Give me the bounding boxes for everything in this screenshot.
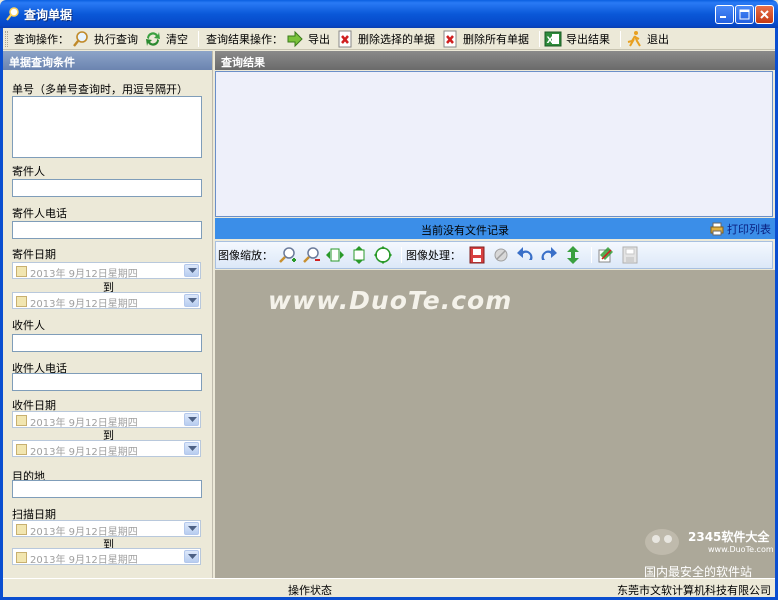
no-records-message: 当前没有文件记录 bbox=[421, 224, 509, 237]
results-list[interactable] bbox=[215, 71, 773, 217]
delete-all-button[interactable]: 删除所有单据 bbox=[441, 29, 529, 49]
zoom-out-icon[interactable] bbox=[301, 245, 321, 265]
dropdown-button[interactable] bbox=[184, 413, 199, 426]
watermark-brand: 2345软件大全 bbox=[688, 530, 770, 544]
company-name: 东莞市文软计算机科技有限公司 bbox=[617, 584, 771, 597]
process-label: 图像处理： bbox=[406, 249, 461, 262]
order-no-textarea[interactable] bbox=[12, 96, 202, 158]
dropdown-button[interactable] bbox=[184, 522, 199, 535]
scan-date-from-picker[interactable]: 2013年 9月12日星期四 bbox=[12, 520, 201, 538]
receiver-phone-input[interactable] bbox=[12, 373, 202, 391]
fit-height-icon[interactable] bbox=[349, 245, 369, 265]
results-status-bar: 当前没有文件记录 打印列表 bbox=[215, 218, 775, 239]
chevron-down-icon bbox=[188, 298, 197, 303]
execute-query-button[interactable]: 执行查询 bbox=[72, 29, 138, 49]
maximize-icon bbox=[739, 9, 750, 20]
cancel-icon[interactable] bbox=[491, 245, 511, 265]
scan-date-to-picker[interactable]: 2013年 9月12日星期四 bbox=[12, 548, 201, 566]
chevron-down-icon bbox=[188, 446, 197, 451]
printer-icon bbox=[710, 222, 724, 236]
operation-status: 操作状态 bbox=[288, 584, 332, 597]
watermark-badge: 2345软件大全 www.DuoTe.com 国内最安全的软件站 bbox=[640, 520, 776, 579]
watermark-url: www.DuoTe.com bbox=[708, 545, 774, 554]
toolbar-separator bbox=[198, 30, 199, 47]
delete-all-icon bbox=[441, 30, 459, 48]
chevron-down-icon bbox=[188, 526, 197, 531]
date-checkbox[interactable] bbox=[16, 524, 27, 535]
print-list-link[interactable]: 打印列表 bbox=[710, 221, 771, 237]
receiver-input[interactable] bbox=[12, 334, 202, 352]
main-toolbar: 查询操作： 执行查询 清空 查询结果操作： 导出 删除选择的单据 删除所有单据 … bbox=[3, 28, 775, 50]
send-date-label: 寄件日期 bbox=[12, 248, 56, 261]
date-checkbox[interactable] bbox=[16, 266, 27, 277]
date-checkbox[interactable] bbox=[16, 415, 27, 426]
fit-width-icon[interactable] bbox=[325, 245, 345, 265]
dropdown-button[interactable] bbox=[184, 442, 199, 455]
close-icon bbox=[760, 10, 769, 19]
zoom-in-icon[interactable] bbox=[277, 245, 297, 265]
window-title: 查询单据 bbox=[24, 8, 73, 22]
query-conditions-header: 单据查询条件 bbox=[3, 51, 212, 70]
exit-button[interactable]: 退出 bbox=[625, 29, 669, 49]
dropdown-button[interactable] bbox=[184, 550, 199, 563]
toolbar-grip[interactable] bbox=[5, 30, 8, 47]
dropdown-button[interactable] bbox=[184, 294, 199, 307]
chevron-down-icon bbox=[188, 268, 197, 273]
image-toolbar-separator bbox=[591, 247, 592, 263]
title-bar[interactable]: 查询单据 bbox=[0, 0, 778, 28]
receive-date-from-picker[interactable]: 2013年 9月12日星期四 bbox=[12, 411, 201, 429]
date-checkbox[interactable] bbox=[16, 444, 27, 455]
zoom-label: 图像缩放： bbox=[218, 249, 273, 262]
fit-page-icon[interactable] bbox=[373, 245, 393, 265]
toolbar-separator bbox=[620, 30, 621, 47]
svg-text:X: X bbox=[547, 36, 554, 46]
watermark-site: www.DuoTe.com bbox=[268, 286, 513, 315]
destination-input[interactable] bbox=[12, 480, 202, 498]
date-checkbox[interactable] bbox=[16, 296, 27, 307]
minimize-icon bbox=[720, 16, 726, 18]
date-checkbox[interactable] bbox=[16, 552, 27, 563]
excel-icon: X bbox=[544, 30, 562, 48]
close-button[interactable] bbox=[755, 5, 774, 24]
send-date-from-picker[interactable]: 2013年 9月12日星期四 bbox=[12, 262, 201, 280]
delete-icon bbox=[336, 30, 354, 48]
image-toolbar-separator bbox=[401, 247, 402, 263]
query-conditions-panel: 单据查询条件 单号（多单号查询时，用逗号隔开） 寄件人 寄件人电话 寄件日期 2… bbox=[3, 51, 213, 578]
receive-date-to-picker[interactable]: 2013年 9月12日星期四 bbox=[12, 440, 201, 458]
refresh-icon bbox=[144, 30, 162, 48]
result-ops-label: 查询结果操作： bbox=[206, 32, 283, 46]
status-bar: 操作状态 东莞市文软计算机科技有限公司 bbox=[3, 578, 775, 597]
magnifier-app-icon bbox=[6, 7, 20, 21]
chevron-down-icon bbox=[188, 554, 197, 559]
sender-input[interactable] bbox=[12, 179, 202, 197]
sender-phone-input[interactable] bbox=[12, 221, 202, 239]
clear-button[interactable]: 清空 bbox=[144, 29, 188, 49]
save-disabled-icon[interactable] bbox=[620, 245, 640, 265]
minimize-button[interactable] bbox=[715, 5, 734, 24]
export-results-button[interactable]: X 导出结果 bbox=[544, 29, 610, 49]
flip-vertical-icon[interactable] bbox=[563, 245, 583, 265]
image-toolbar: 图像缩放： 图像处理： bbox=[215, 241, 773, 269]
maximize-button[interactable] bbox=[735, 5, 754, 24]
crop-icon[interactable] bbox=[596, 245, 616, 265]
sender-phone-label: 寄件人电话 bbox=[12, 207, 67, 220]
query-ops-label: 查询操作： bbox=[14, 32, 69, 46]
receiver-label: 收件人 bbox=[12, 319, 45, 332]
export-button[interactable]: 导出 bbox=[286, 29, 330, 49]
sender-label: 寄件人 bbox=[12, 165, 45, 178]
rotate-right-icon[interactable] bbox=[539, 245, 559, 265]
save-image-icon[interactable] bbox=[467, 245, 487, 265]
search-icon bbox=[72, 30, 90, 48]
export-arrow-icon bbox=[286, 30, 304, 48]
order-no-label: 单号（多单号查询时，用逗号隔开） bbox=[12, 83, 188, 96]
send-date-to-picker[interactable]: 2013年 9月12日星期四 bbox=[12, 292, 201, 310]
delete-selected-button[interactable]: 删除选择的单据 bbox=[336, 29, 435, 49]
dropdown-button[interactable] bbox=[184, 264, 199, 277]
mascot-logo-icon bbox=[645, 529, 679, 555]
query-results-header: 查询结果 bbox=[215, 51, 775, 70]
exit-runner-icon bbox=[625, 30, 643, 48]
rotate-left-icon[interactable] bbox=[515, 245, 535, 265]
chevron-down-icon bbox=[188, 417, 197, 422]
toolbar-separator bbox=[539, 30, 540, 47]
